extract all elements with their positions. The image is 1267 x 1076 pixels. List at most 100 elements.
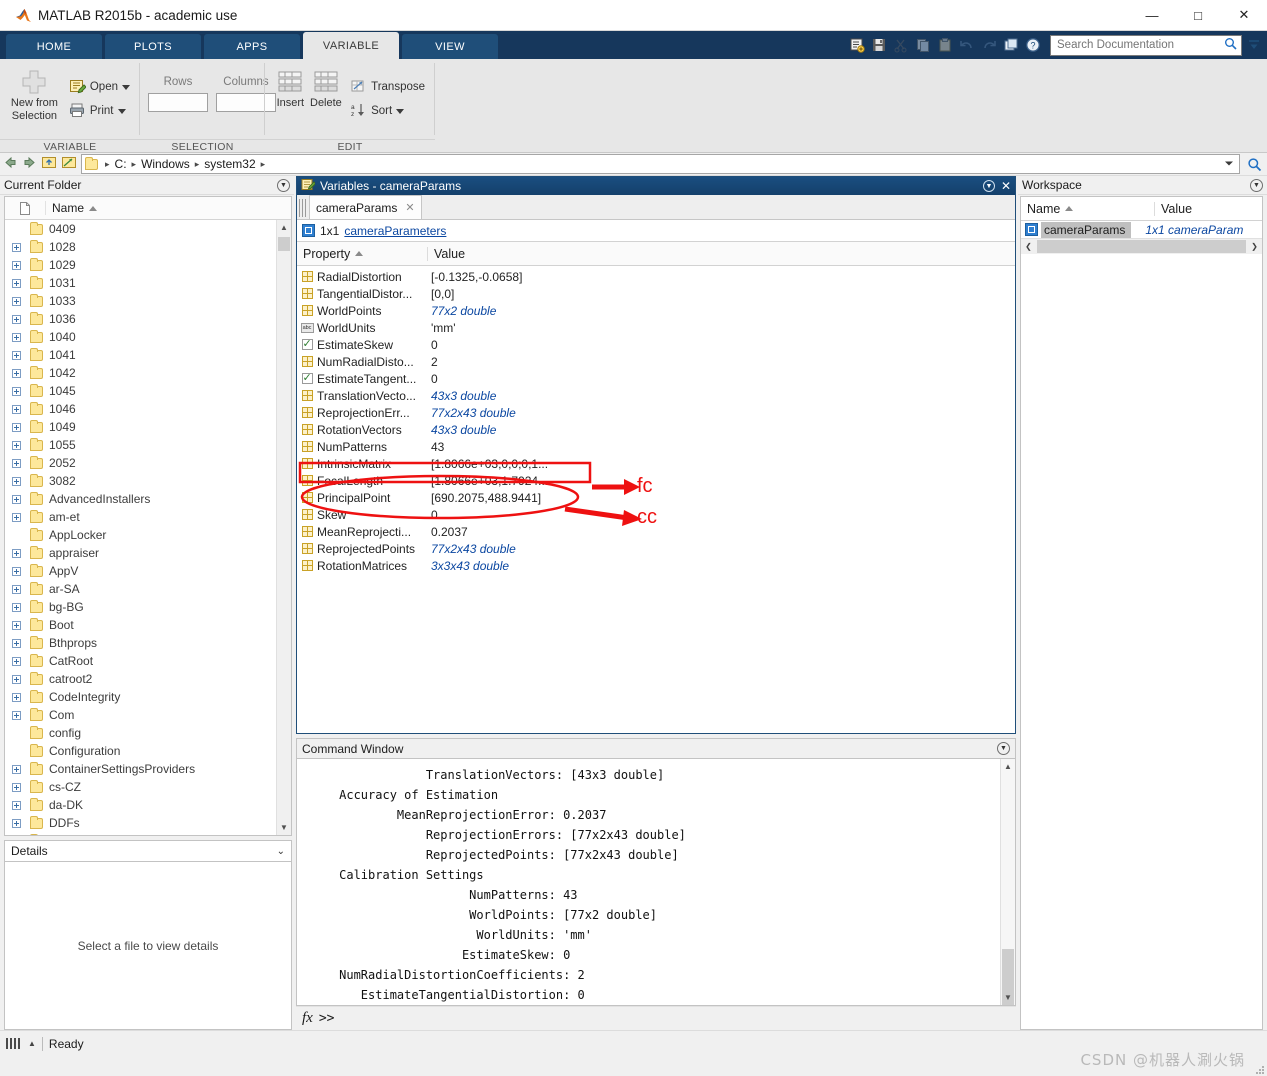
expand-toggle-icon[interactable] <box>5 674 27 684</box>
expand-toggle-icon[interactable] <box>5 494 27 504</box>
expand-toggle-icon[interactable] <box>5 620 27 630</box>
variable-class-link[interactable]: cameraParameters <box>344 224 446 238</box>
workspace-horizontal-scrollbar[interactable]: ❮ ❯ <box>1021 238 1262 254</box>
file-list-item[interactable]: 1029 <box>5 256 291 274</box>
current-folder-file-list[interactable]: 0409 1028 1029 1031 1033 1036 1040 1041 1042 1045… <box>5 220 291 835</box>
expand-toggle-icon[interactable] <box>5 260 27 270</box>
file-list-item[interactable]: 1036 <box>5 310 291 328</box>
file-list-item[interactable]: appraiser <box>5 544 291 562</box>
variable-property-row[interactable]: EstimateSkew 0 <box>297 336 1015 353</box>
variable-property-row[interactable]: EstimateTangent... 0 <box>297 370 1015 387</box>
file-list-item[interactable]: 1049 <box>5 418 291 436</box>
expand-toggle-icon[interactable] <box>5 350 27 360</box>
save-icon[interactable] <box>868 34 890 56</box>
variable-property-row[interactable]: TangentialDistor... [0,0] <box>297 285 1015 302</box>
maximize-button[interactable]: □ <box>1175 0 1221 31</box>
expand-toggle-icon[interactable] <box>5 242 27 252</box>
search-input[interactable] <box>1055 38 1224 52</box>
file-list-item[interactable]: CodeIntegrity <box>5 688 291 706</box>
command-prompt-row[interactable]: fx >> <box>296 1006 1016 1030</box>
rows-input[interactable] <box>148 93 208 112</box>
expand-toggle-icon[interactable] <box>5 764 27 774</box>
variable-property-row[interactable]: NumPatterns 43 <box>297 438 1015 455</box>
file-list-item[interactable]: Configuration <box>5 742 291 760</box>
insert-button[interactable]: Insert <box>273 65 308 110</box>
workspace-name-column-header[interactable]: Name <box>1021 202 1154 216</box>
file-list-item[interactable]: 1041 <box>5 346 291 364</box>
file-list-item[interactable]: 1055 <box>5 436 291 454</box>
variables-table-body[interactable]: RadialDistortion [-0.1325,-0.0658] Tangent… <box>297 266 1015 733</box>
breadcrumb-item-c[interactable]: C: <box>113 157 129 171</box>
expand-toggle-icon[interactable] <box>5 656 27 666</box>
scroll-down-icon[interactable]: ▼ <box>1001 990 1015 1005</box>
file-list-item[interactable]: Com <box>5 706 291 724</box>
tab-home[interactable]: HOME <box>6 34 102 59</box>
help-icon[interactable]: ? <box>1022 34 1044 56</box>
file-list-item[interactable]: 1042 <box>5 364 291 382</box>
expand-toggle-icon[interactable] <box>5 548 27 558</box>
forward-arrow-icon[interactable] <box>22 155 37 173</box>
expand-toggle-icon[interactable] <box>5 800 27 810</box>
tab-plots[interactable]: PLOTS <box>105 34 201 59</box>
expand-toggle-icon[interactable] <box>5 602 27 612</box>
file-list-item[interactable]: 2052 <box>5 454 291 472</box>
file-list-item[interactable]: ar-SA <box>5 580 291 598</box>
collapse-ribbon-icon[interactable] <box>1245 38 1263 52</box>
file-list-item[interactable]: bg-BG <box>5 598 291 616</box>
new-script-icon[interactable] <box>846 34 868 56</box>
file-list-item[interactable]: AdvancedInstallers <box>5 490 291 508</box>
expand-toggle-icon[interactable] <box>5 692 27 702</box>
file-list-item[interactable]: 3082 <box>5 472 291 490</box>
scroll-right-icon[interactable]: ❯ <box>1247 242 1262 251</box>
print-button[interactable]: Print <box>67 99 132 123</box>
expand-toggle-icon[interactable] <box>5 296 27 306</box>
file-list-item[interactable]: 0409 <box>5 220 291 238</box>
file-list-item[interactable]: AppV <box>5 562 291 580</box>
breadcrumb-dropdown-icon[interactable] <box>1222 157 1236 171</box>
print-dropdown-caret-icon[interactable] <box>117 108 126 114</box>
file-list-item[interactable]: AppLocker <box>5 526 291 544</box>
file-list-item[interactable]: am-et <box>5 508 291 526</box>
browse-folder-icon[interactable] <box>61 155 77 173</box>
expand-toggle-icon[interactable] <box>5 476 27 486</box>
tabbar-grip[interactable] <box>299 199 307 217</box>
variable-property-row[interactable]: RadialDistortion [-0.1325,-0.0658] <box>297 268 1015 285</box>
variable-property-row[interactable]: ReprojectedPoints 77x2x43 double <box>297 540 1015 557</box>
expand-toggle-icon[interactable] <box>5 314 27 324</box>
breadcrumb[interactable]: ▸ C: ▸ Windows ▸ system32 ▸ <box>81 154 1240 174</box>
variable-property-row[interactable]: RotationVectors 43x3 double <box>297 421 1015 438</box>
file-list-item[interactable]: da-DK <box>5 796 291 814</box>
file-list-item[interactable]: 1033 <box>5 292 291 310</box>
expand-toggle-icon[interactable] <box>5 278 27 288</box>
file-list-item[interactable]: CatRoot <box>5 652 291 670</box>
chevron-down-icon[interactable]: ⌄ <box>277 846 285 857</box>
expand-toggle-icon[interactable] <box>5 422 27 432</box>
file-list-item[interactable]: ContainerSettingsProviders <box>5 760 291 778</box>
switch-window-icon[interactable] <box>1000 34 1022 56</box>
workspace-scroll-thumb[interactable] <box>1037 240 1246 253</box>
expand-toggle-icon[interactable] <box>5 638 27 648</box>
file-list-item[interactable]: 1031 <box>5 274 291 292</box>
variables-panel-close-icon[interactable]: ✕ <box>1001 179 1011 193</box>
window-resize-grip[interactable] <box>1255 1065 1265 1075</box>
file-list-item[interactable]: config <box>5 724 291 742</box>
close-button[interactable]: ✕ <box>1221 0 1267 31</box>
variable-property-row[interactable]: RotationMatrices 3x3x43 double <box>297 557 1015 574</box>
expand-toggle-icon[interactable] <box>5 368 27 378</box>
file-list-item[interactable]: 1040 <box>5 328 291 346</box>
variable-tab-close-icon[interactable]: ✕ <box>405 201 414 214</box>
scroll-down-icon[interactable]: ▼ <box>277 820 291 835</box>
variable-property-row[interactable]: PrincipalPoint [690.2075,488.9441] <box>297 489 1015 506</box>
expand-toggle-icon[interactable] <box>5 710 27 720</box>
breadcrumb-item-windows[interactable]: Windows <box>139 157 192 171</box>
minimize-button[interactable]: — <box>1129 0 1175 31</box>
open-dropdown-caret-icon[interactable] <box>122 84 130 90</box>
workspace-options-icon[interactable]: ▼ <box>1250 178 1263 192</box>
file-list-item[interactable]: Boot <box>5 616 291 634</box>
search-documentation-field[interactable] <box>1050 34 1242 56</box>
command-window-body[interactable]: TranslationVectors: [43x3 double] Accura… <box>296 758 1016 1006</box>
expand-toggle-icon[interactable] <box>5 566 27 576</box>
new-from-selection-button[interactable]: New from Selection <box>8 65 61 123</box>
expand-toggle-icon[interactable] <box>5 782 27 792</box>
workspace-value-column-header[interactable]: Value <box>1154 201 1262 216</box>
